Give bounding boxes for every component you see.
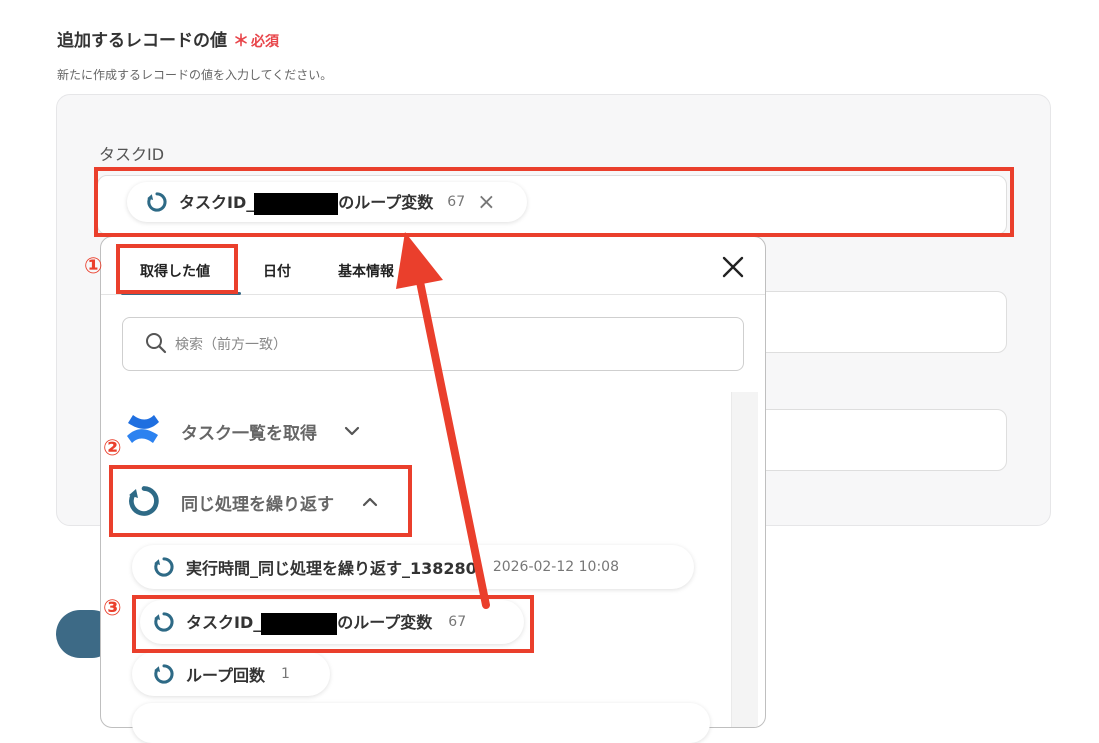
annotation-arrow (396, 232, 490, 609)
